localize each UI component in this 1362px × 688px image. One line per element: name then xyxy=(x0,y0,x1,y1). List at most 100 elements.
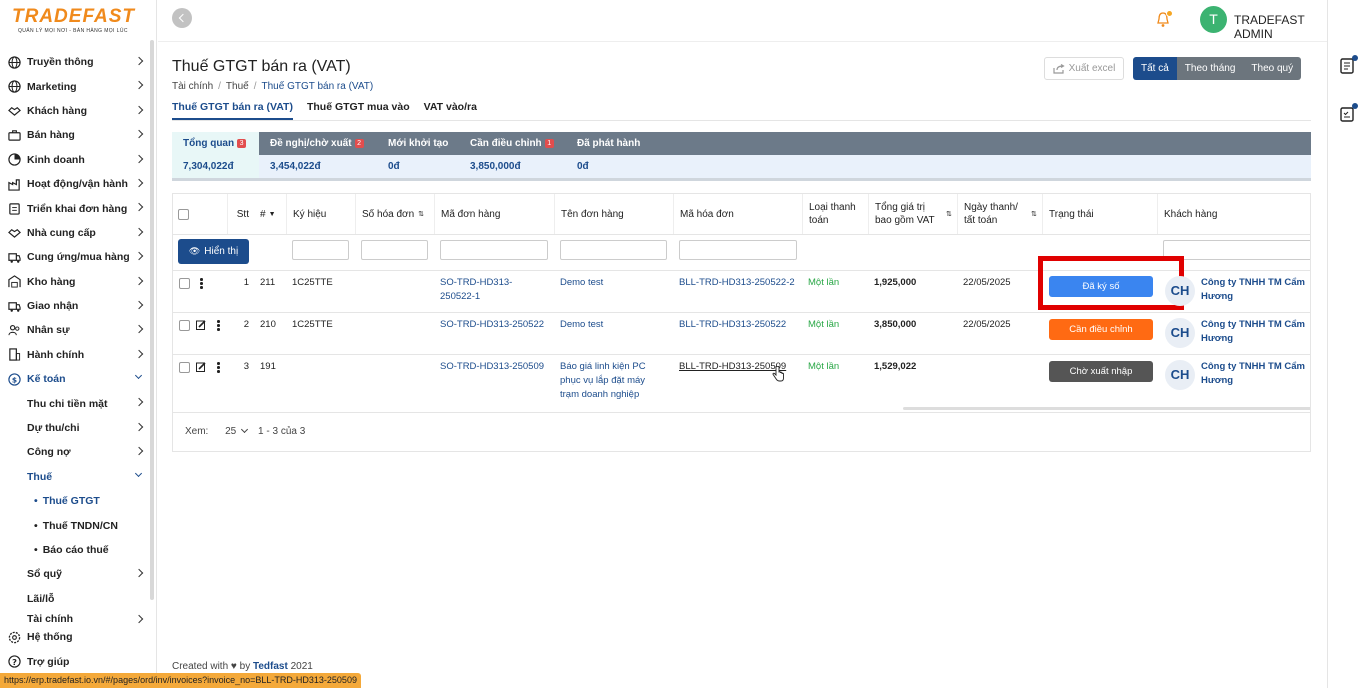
notes-icon[interactable] xyxy=(1340,55,1358,74)
header-no[interactable]: # ▼ xyxy=(254,194,287,234)
status-pending-button[interactable]: Chờ xuất nhập xyxy=(1049,361,1153,382)
header-label: Ngày thanh/ tất toán xyxy=(964,202,1018,226)
collapse-sidebar-button[interactable] xyxy=(172,8,192,28)
filter-khach-hang-input[interactable] xyxy=(1163,240,1310,260)
footer-brand-link[interactable]: Tedfast xyxy=(253,661,288,672)
row-khach-hang-link[interactable]: Công ty TNHH TM Cẩm Hương xyxy=(1201,276,1310,304)
sidebar-subitem-thu-chi[interactable]: Thu chi tiền mặt xyxy=(0,391,150,415)
row-ma-don-hang-link[interactable]: SO-TRD-HD313-250522 xyxy=(440,318,544,332)
sidebar-item-ban-hang[interactable]: Bán hàng xyxy=(0,123,150,147)
sidebar-subitem-thue-gtgt[interactable]: • Thuế GTGT xyxy=(0,489,150,513)
top-bar: T TRADEFAST ADMIN xyxy=(158,0,1328,42)
sidebar-item-nha-cung-cap[interactable]: Nhà cung cấp xyxy=(0,221,150,245)
row-khach-hang-link[interactable]: Công ty TNHH TM Cẩm Hương xyxy=(1201,318,1310,346)
row-ma-hoa-don-link[interactable]: BLL-TRD-HD313-250509 xyxy=(679,360,786,374)
sidebar-item-label: Truyền thông xyxy=(27,56,94,69)
row-ma-don-hang-link[interactable]: SO-TRD-HD313-250522-1 xyxy=(440,276,530,304)
sidebar-item-hoat-dong[interactable]: Hoạt động/vận hành xyxy=(0,172,150,196)
filter-ky-hieu-input[interactable] xyxy=(292,240,349,260)
sidebar-item-khach-hang[interactable]: Khách hàng xyxy=(0,99,150,123)
sidebar-item-trien-khai[interactable]: Triển khai đơn hàng xyxy=(0,196,150,220)
sidebar-subitem-cong-no[interactable]: Công nợ xyxy=(0,440,150,464)
filter-ten-don-hang-input[interactable] xyxy=(560,240,667,260)
sidebar-scrollbar[interactable] xyxy=(150,40,154,600)
chevron-down-icon[interactable] xyxy=(241,425,249,434)
tab-vat-vao-ra[interactable]: VAT vào/ra xyxy=(424,101,477,120)
header-ngay-thanh-toan[interactable]: Ngày thanh/ tất toán ⇅ xyxy=(958,194,1043,234)
row-khach-hang-link[interactable]: Công ty TNHH TM Cẩm Hương xyxy=(1201,360,1310,388)
row-menu-icon[interactable] xyxy=(217,362,220,373)
edit-icon[interactable] xyxy=(196,320,206,330)
table-horizontal-scrollbar[interactable] xyxy=(903,407,1310,410)
sidebar-item-label: Dự thu/chi xyxy=(27,422,80,435)
tab-bar: Thuế GTGT bán ra (VAT) Thuế GTGT mua vào… xyxy=(172,101,491,120)
sidebar-subitem-tai-chinh[interactable]: Tài chính xyxy=(0,611,150,625)
filter-ma-don-hang-input[interactable] xyxy=(440,240,548,260)
header-so-hoa-don[interactable]: Số hóa đơn ⇅ xyxy=(356,194,435,234)
row-checkbox[interactable] xyxy=(179,362,190,373)
sidebar-item-truyen-thong[interactable]: Truyền thông xyxy=(0,50,150,74)
tab-vat-mua-vao[interactable]: Thuế GTGT mua vào xyxy=(307,101,410,120)
tasks-icon[interactable] xyxy=(1340,103,1358,122)
edit-icon[interactable] xyxy=(196,362,206,372)
export-excel-button[interactable]: Xuất excel xyxy=(1044,57,1124,80)
period-month-button[interactable]: Theo tháng xyxy=(1176,57,1244,80)
summary-card-can-dieu-chinh[interactable]: Cần điều chỉnh 1 3,850,000đ xyxy=(459,132,566,178)
sidebar-subitem-bao-cao-thue[interactable]: • Báo cáo thuế xyxy=(0,538,150,562)
summary-card-da-phat-hanh[interactable]: Đã phát hành 0đ xyxy=(566,132,656,178)
page-size-select[interactable]: 25 xyxy=(225,426,236,437)
notification-bell-icon[interactable] xyxy=(1156,10,1173,28)
user-avatar[interactable]: T xyxy=(1200,6,1227,33)
brand-logo[interactable]: TRADEFAST QUẢN LÝ MỌI NƠI - BÁN HÀNG MỌI… xyxy=(12,7,146,34)
breadcrumb-item[interactable]: Tài chính xyxy=(172,81,213,92)
row-checkbox[interactable] xyxy=(179,278,190,289)
sidebar-item-hanh-chinh[interactable]: Hành chính xyxy=(0,343,150,367)
globe-icon xyxy=(8,80,21,93)
status-adjust-button[interactable]: Cần điều chỉnh xyxy=(1049,319,1153,340)
sidebar-item-marketing[interactable]: Marketing xyxy=(0,74,150,98)
truck-icon xyxy=(8,301,21,312)
sidebar-item-kho-hang[interactable]: Kho hàng xyxy=(0,270,150,294)
sidebar-subitem-du-thu-chi[interactable]: Dự thu/chi xyxy=(0,416,150,440)
period-all-button[interactable]: Tất cả xyxy=(1133,57,1177,80)
sidebar-item-kinh-doanh[interactable]: Kinh doanh xyxy=(0,148,150,172)
row-ma-hoa-don-link[interactable]: BLL-TRD-HD313-250522 xyxy=(679,318,786,332)
tab-vat-ban-ra[interactable]: Thuế GTGT bán ra (VAT) xyxy=(172,101,293,120)
row-ten-don-hang-link[interactable]: Demo test xyxy=(560,276,603,290)
row-menu-icon[interactable] xyxy=(217,320,220,331)
user-name[interactable]: TRADEFAST ADMIN xyxy=(1234,13,1328,41)
unread-dot xyxy=(1352,55,1358,61)
header-tong-gia-tri[interactable]: Tổng giá trị bao gồm VAT ⇅ xyxy=(869,194,958,234)
sidebar-item-nhan-su[interactable]: Nhân sự xyxy=(0,318,150,342)
sidebar-subitem-so-quy[interactable]: Sổ quỹ xyxy=(0,562,150,586)
sidebar-item-tro-giup[interactable]: ? Trợ giúp xyxy=(0,649,150,673)
select-all-checkbox[interactable] xyxy=(178,208,189,220)
row-ten-don-hang-link[interactable]: Demo test xyxy=(560,318,603,332)
filter-so-hoa-don-input[interactable] xyxy=(361,240,428,260)
show-columns-button[interactable]: 👁 Hiển thị xyxy=(178,239,249,264)
sidebar-item-cung-ung[interactable]: Cung ứng/mua hàng xyxy=(0,245,150,269)
factory-icon xyxy=(8,178,20,191)
sidebar-item-ke-toan[interactable]: $ Kế toán xyxy=(0,367,150,391)
row-ma-don-hang-link[interactable]: SO-TRD-HD313-250509 xyxy=(440,360,544,374)
row-checkbox[interactable] xyxy=(179,320,190,331)
summary-card-de-nghi[interactable]: Đề nghị/chờ xuất 2 3,454,022đ xyxy=(259,132,377,178)
row-ma-hoa-don-link[interactable]: BLL-TRD-HD313-250522-2 xyxy=(679,276,795,290)
sidebar-subitem-thue[interactable]: Thuế xyxy=(0,465,150,489)
sidebar-item-he-thong[interactable]: Hệ thống xyxy=(0,625,150,649)
sidebar-subitem-lai-lo[interactable]: Lãi/lỗ xyxy=(0,587,150,611)
summary-card-label: Cần điều chỉnh 1 xyxy=(459,132,566,155)
page-title: Thuế GTGT bán ra (VAT) xyxy=(172,58,351,75)
row-ten-don-hang-link[interactable]: Báo giá linh kiện PC phục vụ lắp đặt máy… xyxy=(560,360,666,402)
filter-ma-hoa-don-input[interactable] xyxy=(679,240,797,260)
brand-slogan: QUẢN LÝ MỌI NƠI - BÁN HÀNG MỌI LÚC xyxy=(18,28,128,34)
row-menu-icon[interactable] xyxy=(200,278,203,289)
breadcrumb-item[interactable]: Thuế xyxy=(226,81,249,92)
summary-card-tong-quan[interactable]: Tổng quan 3 7,304,022đ xyxy=(172,132,259,178)
summary-card-moi-khoi-tao[interactable]: Mới khởi tạo 0đ xyxy=(377,132,459,178)
sidebar-subitem-thue-tndn[interactable]: • Thuế TNDN/CN xyxy=(0,513,150,537)
sidebar-item-giao-nhan[interactable]: Giao nhận xyxy=(0,294,150,318)
summary-scrollbar[interactable] xyxy=(172,178,1311,181)
period-quarter-button[interactable]: Theo quý xyxy=(1243,57,1302,80)
sidebar: TRADEFAST QUẢN LÝ MỌI NƠI - BÁN HÀNG MỌI… xyxy=(0,0,157,688)
